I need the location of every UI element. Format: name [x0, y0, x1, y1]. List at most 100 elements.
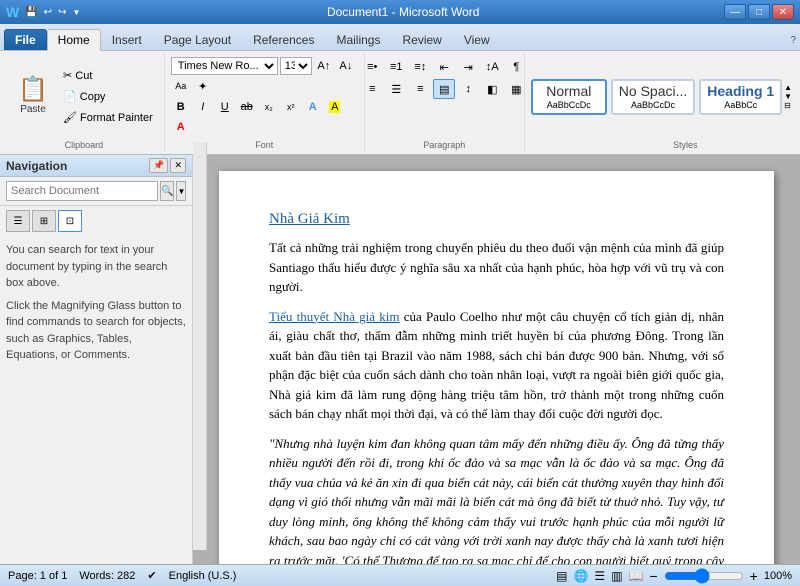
zoom-minus-btn[interactable]: − — [649, 568, 657, 584]
no-spacing-style-btn[interactable]: No Spaci... AaBbCcDc — [611, 79, 695, 115]
window-title: Document1 - Microsoft Word — [82, 5, 724, 19]
search-icon-btn[interactable]: 🔍 — [160, 181, 174, 201]
language-info[interactable]: English (U.S.) — [169, 570, 237, 582]
zoom-plus-btn[interactable]: + — [750, 568, 758, 584]
tab-view[interactable]: View — [453, 29, 501, 50]
heading1-style-btn[interactable]: Heading 1 AaBbCc — [699, 79, 782, 115]
paragraph-group: ≡• ≡1 ≡↕ ⇤ ⇥ ↕A ¶ ≡ ☰ ≡ ▤ ↕ ◧ ▦ — [365, 53, 525, 152]
tab-review[interactable]: Review — [391, 29, 452, 50]
decrease-indent-btn[interactable]: ⇤ — [433, 57, 455, 77]
spell-check-icon[interactable]: ✔ — [147, 569, 156, 582]
view-reading-btn[interactable]: 📖 — [629, 569, 644, 583]
copy-button[interactable]: 📄 Copy — [58, 87, 158, 107]
text-effect-btn[interactable]: A — [303, 98, 323, 116]
window-controls: — □ ✕ — [724, 4, 794, 20]
doc-paragraph-2: Tiểu thuyết Nhà giả kim của Paulo Coelho… — [269, 307, 724, 424]
ribbon: File Home Insert Page Layout References … — [0, 24, 800, 155]
bullets-btn[interactable]: ≡• — [361, 57, 383, 77]
nav-browse-headings-btn[interactable]: ☰ — [6, 210, 30, 232]
no-spacing-sublabel: AaBbCcDc — [631, 100, 675, 110]
styles-scroll: ▲ ▼ ⊟ — [784, 83, 792, 110]
nav-help-text-2: Click the Magnifying Glass button to fin… — [6, 298, 186, 364]
close-button[interactable]: ✕ — [772, 4, 794, 20]
minimize-button[interactable]: — — [724, 4, 746, 20]
increase-font-btn[interactable]: A↑ — [314, 57, 334, 75]
styles-expand[interactable]: ⊟ — [784, 101, 792, 110]
paste-button[interactable]: 📋 Paste — [10, 74, 56, 119]
justify-btn[interactable]: ▤ — [433, 79, 455, 99]
view-outline-btn[interactable]: ☰ — [594, 569, 605, 583]
nav-browse-results-btn[interactable]: ⊡ — [58, 210, 82, 232]
view-normal-btn[interactable]: ▤ — [556, 569, 567, 583]
tab-references[interactable]: References — [242, 29, 325, 50]
undo-quick-btn[interactable]: ↩ — [42, 7, 54, 18]
numbering-btn[interactable]: ≡1 — [385, 57, 407, 77]
navigation-panel-header: Navigation 📌 ✕ — [0, 155, 192, 177]
ribbon-content: 📋 Paste ✂ Cut 📄 Copy 🖌 Format Painter Cl… — [0, 50, 800, 154]
tab-page-layout[interactable]: Page Layout — [153, 29, 242, 50]
cut-button[interactable]: ✂ Cut — [58, 66, 158, 86]
bold-button[interactable]: B — [171, 98, 191, 116]
font-size-select[interactable]: 13 — [280, 57, 312, 75]
align-left-btn[interactable]: ≡ — [361, 79, 383, 99]
tab-file[interactable]: File — [4, 29, 47, 50]
subscript-button[interactable]: x₂ — [259, 98, 279, 116]
styles-scroll-up[interactable]: ▲ — [784, 83, 792, 92]
nav-browse-pages-btn[interactable]: ⊞ — [32, 210, 56, 232]
clipboard-label: Clipboard — [65, 138, 104, 150]
styles-group: Normal AaBbCcDc No Spaci... AaBbCcDc Hea… — [525, 53, 800, 152]
word-logo-icon: W — [6, 4, 19, 20]
align-center-btn[interactable]: ☰ — [385, 79, 407, 99]
navigation-panel: Navigation 📌 ✕ 🔍 ▼ ☰ ⊞ ⊡ You can search … — [0, 155, 193, 564]
align-right-btn[interactable]: ≡ — [409, 79, 431, 99]
clear-format-btn[interactable]: ✦ — [193, 77, 213, 95]
save-quick-btn[interactable]: 💾 — [23, 7, 39, 18]
superscript-button[interactable]: x² — [281, 98, 301, 116]
multilevel-btn[interactable]: ≡↕ — [409, 57, 431, 77]
nav-panel-controls: 📌 ✕ — [149, 158, 186, 173]
font-color-btn[interactable]: A — [171, 118, 191, 136]
document-title: Nhà Giả Kim — [269, 211, 724, 228]
search-input[interactable] — [6, 181, 158, 201]
maximize-button[interactable]: □ — [748, 4, 770, 20]
font-row-1: Times New Ro... 13 A↑ A↓ Aa ✦ — [171, 57, 358, 95]
line-spacing-btn[interactable]: ↕ — [457, 79, 479, 99]
styles-group-content: Normal AaBbCcDc No Spaci... AaBbCcDc Hea… — [531, 55, 800, 138]
document-area[interactable]: Nhà Giả Kim Tất cả những trải nghiệm tro… — [193, 155, 800, 564]
shading-btn[interactable]: ◧ — [481, 79, 503, 99]
sort-btn[interactable]: ↕A — [481, 57, 503, 77]
zoom-level[interactable]: 100% — [764, 570, 792, 582]
font-family-select[interactable]: Times New Ro... — [171, 57, 278, 75]
no-spacing-preview: No Spaci... AaBbCcDc — [619, 83, 687, 111]
tab-insert[interactable]: Insert — [101, 29, 153, 50]
nav-pin-btn[interactable]: 📌 — [149, 158, 168, 173]
heading1-label: Heading 1 — [707, 83, 774, 99]
underline-button[interactable]: U — [215, 98, 235, 116]
change-case-btn[interactable]: Aa — [171, 77, 191, 95]
help-button[interactable]: ? — [790, 35, 796, 50]
styles-scroll-down[interactable]: ▼ — [784, 92, 792, 101]
italic-button[interactable]: I — [193, 98, 213, 116]
title-bar-left: W 💾 ↩ ↪ ▼ — [6, 4, 82, 20]
change-styles-button[interactable]: A ChangeStyles ▼ — [794, 64, 800, 129]
redo-quick-btn[interactable]: ↪ — [56, 7, 68, 18]
view-draft-btn[interactable]: ▥ — [611, 569, 622, 583]
view-web-btn[interactable]: 🌐 — [573, 569, 588, 583]
increase-indent-btn[interactable]: ⇥ — [457, 57, 479, 77]
format-painter-button[interactable]: 🖌 Format Painter — [58, 108, 158, 128]
paragraph-label: Paragraph — [423, 138, 465, 150]
highlight-btn[interactable]: A — [325, 98, 345, 116]
search-dropdown-btn[interactable]: ▼ — [176, 181, 186, 201]
tab-home[interactable]: Home — [47, 29, 101, 51]
document-body[interactable]: Tất cả những trải nghiệm trong chuyến ph… — [269, 238, 724, 564]
customize-quick-btn[interactable]: ▼ — [70, 8, 82, 17]
nav-close-btn[interactable]: ✕ — [170, 158, 186, 173]
styles-gallery: Normal AaBbCcDc No Spaci... AaBbCcDc Hea… — [531, 79, 782, 115]
font-row-2: B I U ab x₂ x² A A A — [171, 98, 358, 136]
strikethrough-button[interactable]: ab — [237, 98, 257, 116]
normal-style-btn[interactable]: Normal AaBbCcDc — [531, 79, 607, 115]
tab-mailings[interactable]: Mailings — [325, 29, 391, 50]
document-page[interactable]: Nhà Giả Kim Tất cả những trải nghiệm tro… — [219, 171, 774, 564]
decrease-font-btn[interactable]: A↓ — [336, 57, 356, 75]
doc-paragraph-3: "Nhưng nhà luyện kim đan không quan tâm … — [269, 434, 724, 565]
